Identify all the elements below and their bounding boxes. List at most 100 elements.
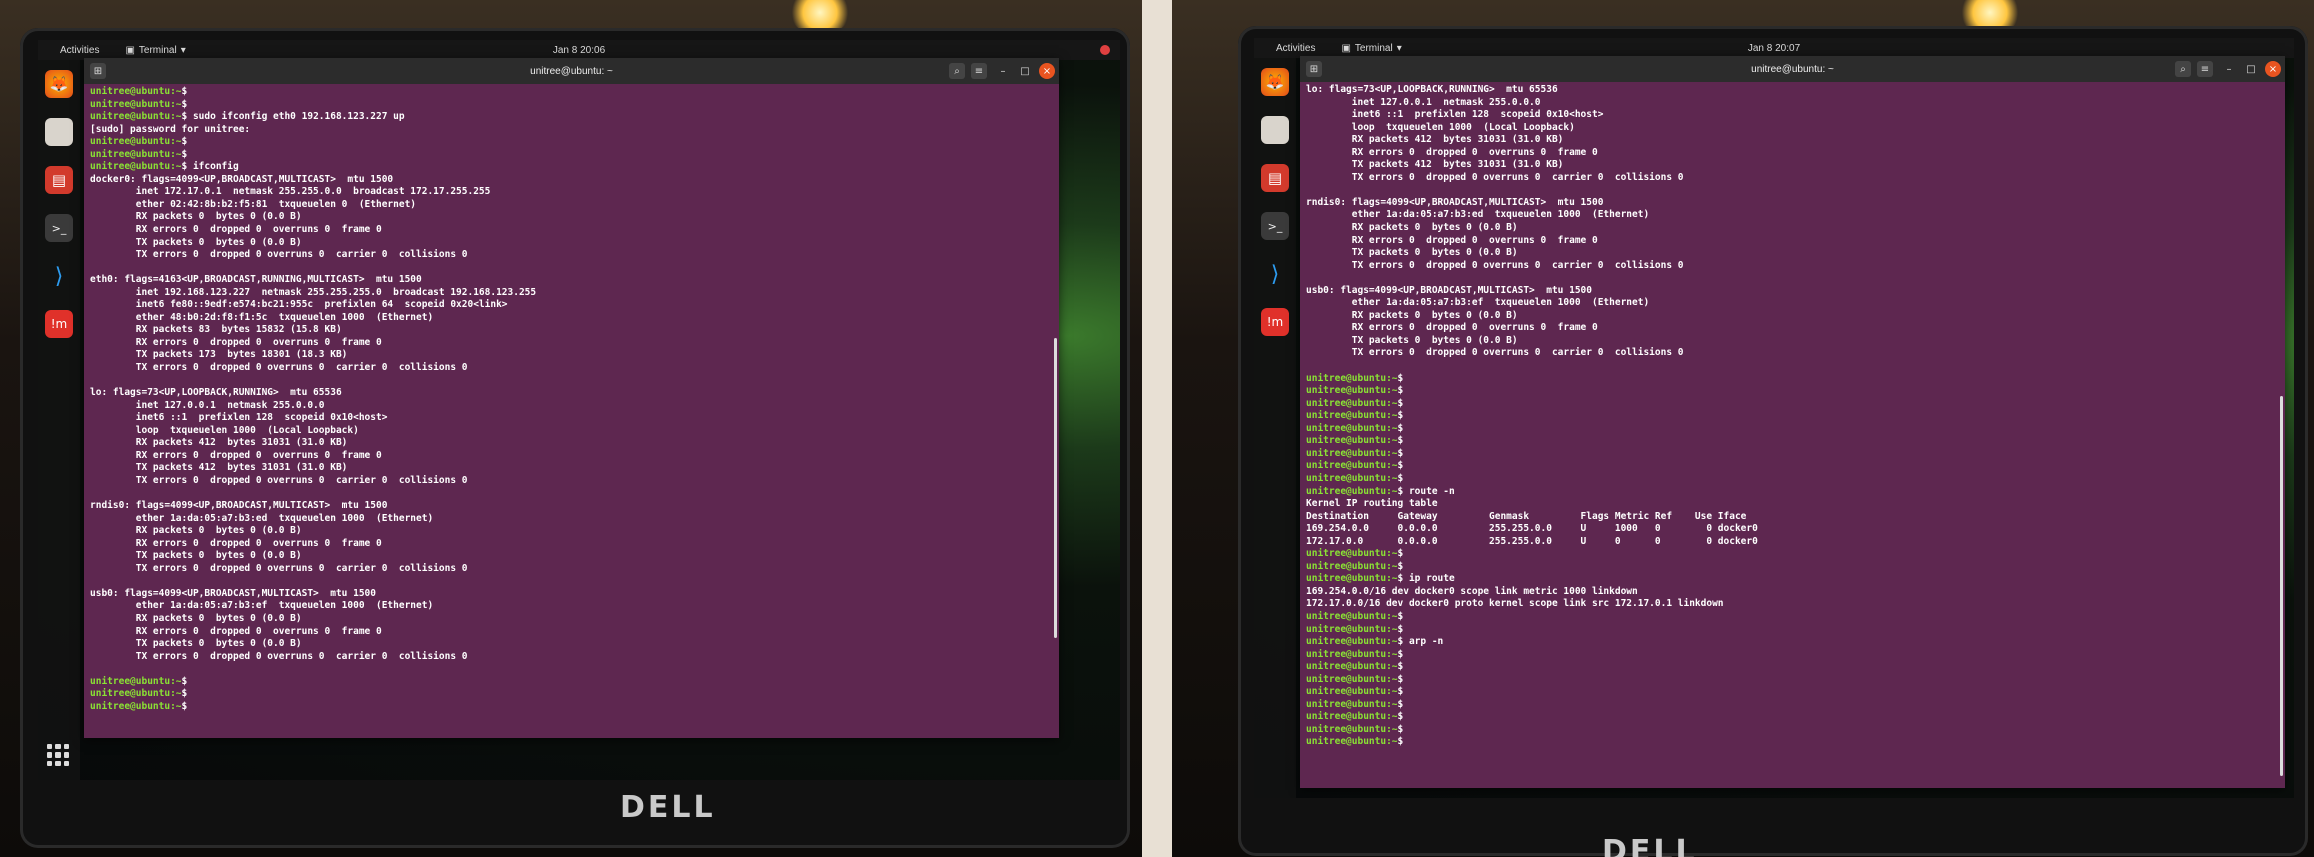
line-text: RX errors 0 dropped 0 overruns 0 frame 0 xyxy=(90,449,382,461)
prompt: unitree@ubuntu:~ xyxy=(1306,385,1398,397)
software-icon[interactable]: ▤ xyxy=(1261,164,1289,192)
terminal-line: docker0: flags=4099<UP,BROADCAST,MULTICA… xyxy=(90,174,1053,187)
files-icon[interactable] xyxy=(45,118,73,146)
prompt: unitree@ubuntu:~ xyxy=(90,675,182,687)
activities-button[interactable]: Activities xyxy=(60,45,99,56)
prompt: unitree@ubuntu:~ xyxy=(1306,673,1398,685)
prompt: unitree@ubuntu:~ xyxy=(1306,686,1398,698)
line-text: TX errors 0 dropped 0 overruns 0 carrier… xyxy=(90,249,468,261)
scrollbar[interactable] xyxy=(1054,338,1057,638)
terminal-titlebar[interactable]: ⊞ unitree@ubuntu: ~ ⌕ ≡ – □ × xyxy=(84,58,1059,84)
menu-icon[interactable]: ≡ xyxy=(971,63,987,79)
show-apps-icon[interactable] xyxy=(47,744,69,766)
terminal-line: loop txqueuelen 1000 (Local Loopback) xyxy=(1306,122,2279,135)
terminal-line: RX errors 0 dropped 0 overruns 0 frame 0 xyxy=(90,450,1053,463)
line-text: $ xyxy=(1397,723,1404,735)
clock[interactable]: Jan 8 20:06 xyxy=(553,45,605,56)
app-red-icon[interactable]: !m xyxy=(1261,308,1289,336)
line-text: $ xyxy=(1397,623,1404,635)
terminal-window[interactable]: ⊞ unitree@ubuntu: ~ ⌕ ≡ – □ × unitree@ub… xyxy=(84,58,1059,738)
line-text: $ xyxy=(1397,460,1404,472)
line-text: $ route -n xyxy=(1397,485,1455,497)
terminal-line: ether 1a:da:05:a7:b3:ef txqueuelen 1000 … xyxy=(90,600,1053,613)
prompt: unitree@ubuntu:~ xyxy=(1306,548,1398,560)
line-text: $ xyxy=(1397,698,1404,710)
line-text: Destination Gateway Genmask Flags Metric… xyxy=(1306,510,1747,522)
new-tab-icon[interactable]: ⊞ xyxy=(90,63,106,79)
terminal-icon[interactable]: >_ xyxy=(45,214,73,242)
files-icon[interactable] xyxy=(1261,116,1289,144)
maximize-icon[interactable]: □ xyxy=(1017,63,1033,79)
firefox-icon[interactable]: 🦊 xyxy=(45,70,73,98)
maximize-icon[interactable]: □ xyxy=(2243,61,2259,77)
terminal-line: unitree@ubuntu:~$ xyxy=(1306,423,2279,436)
line-text: RX errors 0 dropped 0 overruns 0 frame 0 xyxy=(90,336,382,348)
terminal-line: unitree@ubuntu:~$ xyxy=(90,136,1053,149)
screen: Activities ▣ Terminal ▾ Jan 8 20:07 🦊 ▤ … xyxy=(1254,38,2294,798)
line-text: RX packets 412 bytes 31031 (31.0 KB) xyxy=(1306,134,1564,146)
terminal-line: Destination Gateway Genmask Flags Metric… xyxy=(1306,511,2279,524)
terminal-line: RX packets 0 bytes 0 (0.0 B) xyxy=(1306,310,2279,323)
line-text: $ xyxy=(181,98,188,110)
search-icon[interactable]: ⌕ xyxy=(949,63,965,79)
app-menu-label: Terminal xyxy=(138,44,177,56)
software-icon[interactable]: ▤ xyxy=(45,166,73,194)
search-icon[interactable]: ⌕ xyxy=(2175,61,2191,77)
line-text: $ xyxy=(1397,673,1404,685)
terminal-output[interactable]: unitree@ubuntu:~$ unitree@ubuntu:~$ unitre… xyxy=(90,86,1053,734)
terminal-line: RX errors 0 dropped 0 overruns 0 frame 0 xyxy=(1306,322,2279,335)
prompt: unitree@ubuntu:~ xyxy=(1306,410,1398,422)
close-icon[interactable]: × xyxy=(1039,63,1055,79)
vscode-icon[interactable]: ⟩ xyxy=(1261,260,1289,288)
app-red-icon[interactable]: !m xyxy=(45,310,73,338)
terminal-line: unitree@ubuntu:~$ route -n xyxy=(1306,486,2279,499)
line-text: TX packets 173 bytes 18301 (18.3 KB) xyxy=(90,349,348,361)
line-text: loop txqueuelen 1000 (Local Loopback) xyxy=(1306,121,1575,133)
terminal-line: ether 1a:da:05:a7:b3:ed txqueuelen 1000 … xyxy=(1306,209,2279,222)
close-icon[interactable]: × xyxy=(2265,61,2281,77)
minimize-icon[interactable]: – xyxy=(995,63,1011,79)
terminal-line: unitree@ubuntu:~$ xyxy=(1306,699,2279,712)
activities-button[interactable]: Activities xyxy=(1276,43,1315,54)
line-text: inet 192.168.123.227 netmask 255.255.255… xyxy=(90,286,537,298)
menu-icon[interactable]: ≡ xyxy=(2197,61,2213,77)
prompt: unitree@ubuntu:~ xyxy=(1306,648,1398,660)
vscode-icon[interactable]: ⟩ xyxy=(45,262,73,290)
clock[interactable]: Jan 8 20:07 xyxy=(1748,43,1800,54)
line-text: ether 48:b0:2d:f8:f1:5c txqueuelen 1000 … xyxy=(90,311,434,323)
line-text: TX packets 0 bytes 0 (0.0 B) xyxy=(1306,247,1518,259)
line-text: RX packets 0 bytes 0 (0.0 B) xyxy=(90,612,302,624)
terminal-output[interactable]: lo: flags=73<UP,LOOPBACK,RUNNING> mtu 65… xyxy=(1306,84,2279,784)
app-menu[interactable]: ▣ Terminal ▾ xyxy=(1341,43,1401,54)
terminal-line: inet 127.0.0.1 netmask 255.0.0.0 xyxy=(1306,97,2279,110)
line-text: RX errors 0 dropped 0 overruns 0 frame 0 xyxy=(1306,322,1598,334)
app-menu[interactable]: ▣ Terminal ▾ xyxy=(125,45,185,56)
photo-left: Activities ▣ Terminal ▾ Jan 8 20:06 🦊 ▤ … xyxy=(0,0,1142,857)
terminal-line: unitree@ubuntu:~$ xyxy=(1306,561,2279,574)
prompt: unitree@ubuntu:~ xyxy=(1306,422,1398,434)
terminal-line: RX errors 0 dropped 0 overruns 0 frame 0 xyxy=(90,626,1053,639)
terminal-line: unitree@ubuntu:~$ xyxy=(1306,460,2279,473)
prompt: unitree@ubuntu:~ xyxy=(1306,397,1398,409)
line-text: $ xyxy=(181,136,188,148)
prompt: unitree@ubuntu:~ xyxy=(1306,711,1398,723)
terminal-icon[interactable]: >_ xyxy=(1261,212,1289,240)
terminal-line: TX packets 173 bytes 18301 (18.3 KB) xyxy=(90,349,1053,362)
terminal-titlebar[interactable]: ⊞ unitree@ubuntu: ~ ⌕ ≡ – □ × xyxy=(1300,56,2285,82)
power-icon[interactable] xyxy=(1100,45,1110,55)
line-text: inet 127.0.0.1 netmask 255.0.0.0 xyxy=(90,399,325,411)
line-text: rndis0: flags=4099<UP,BROADCAST,MULTICAS… xyxy=(90,500,388,512)
new-tab-icon[interactable]: ⊞ xyxy=(1306,61,1322,77)
terminal-line: unitree@ubuntu:~$ xyxy=(1306,473,2279,486)
firefox-icon[interactable]: 🦊 xyxy=(1261,68,1289,96)
scrollbar[interactable] xyxy=(2280,396,2283,776)
terminal-line: ether 02:42:8b:b2:f5:81 txqueuelen 0 (Et… xyxy=(90,199,1053,212)
line-text: $ xyxy=(1397,711,1404,723)
terminal-window[interactable]: ⊞ unitree@ubuntu: ~ ⌕ ≡ – □ × lo: flags=… xyxy=(1300,56,2285,788)
minimize-icon[interactable]: – xyxy=(2221,61,2237,77)
line-text: RX errors 0 dropped 0 overruns 0 frame 0 xyxy=(1306,234,1598,246)
line-text: $ xyxy=(181,86,188,97)
